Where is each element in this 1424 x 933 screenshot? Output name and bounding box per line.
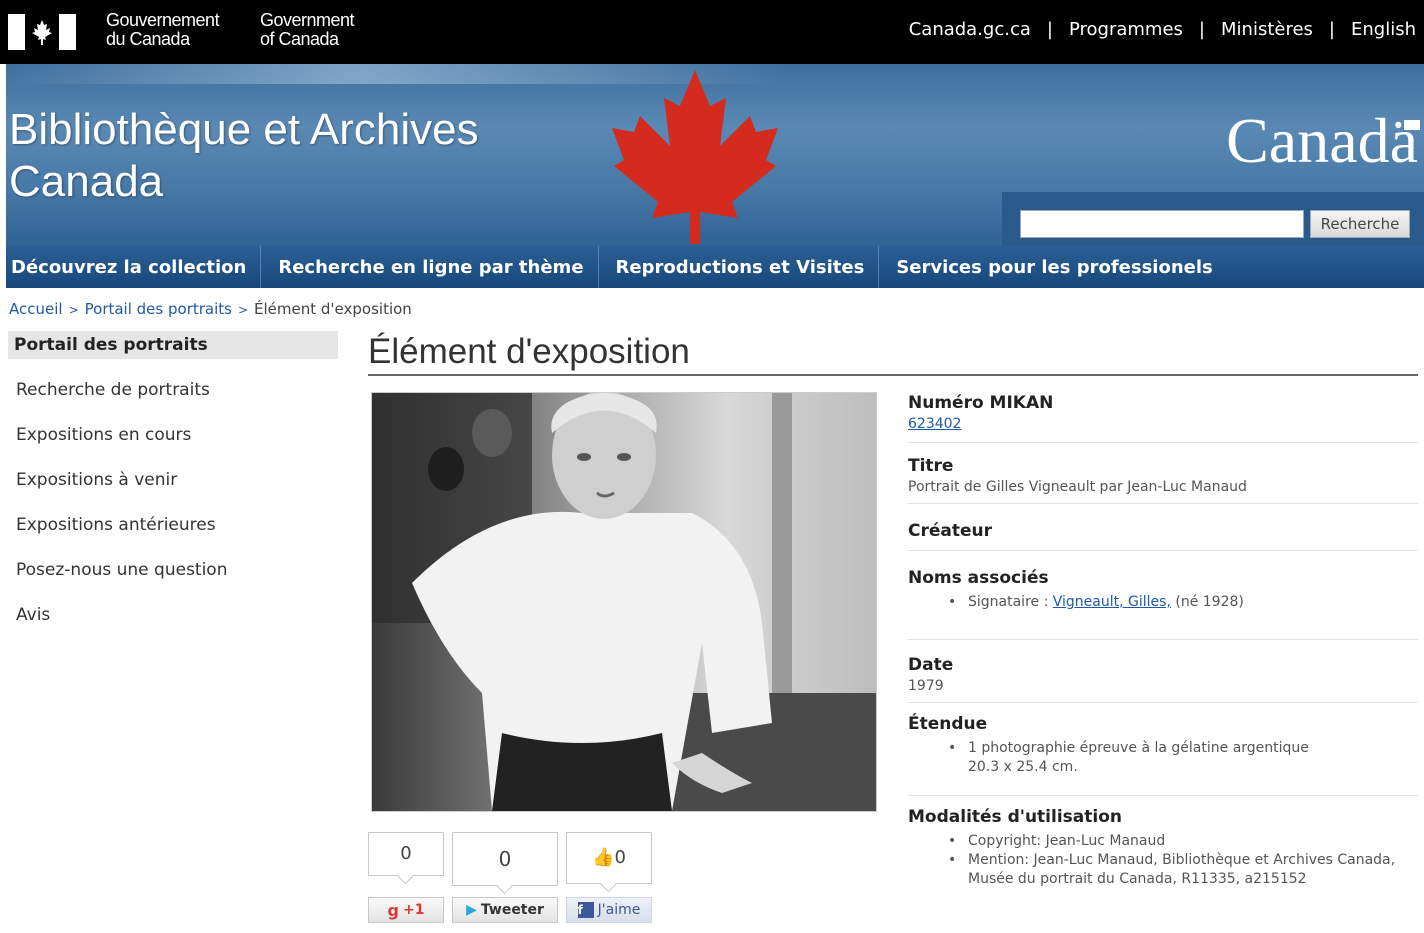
titre-label: Titre	[908, 456, 954, 476]
breadcrumb: Accueil > Portail des portraits > Élément d'…	[9, 300, 412, 318]
federal-identity-bar: Gouvernement du Canada Government of Can…	[0, 0, 1424, 64]
titre-value: Portrait de Gilles Vigneault par Jean-Lu…	[908, 479, 1247, 495]
etendue-label: Étendue	[908, 714, 988, 734]
breadcrumb-current: Élément d'exposition	[254, 300, 412, 318]
breadcrumb-arrow-icon: >	[68, 303, 79, 317]
fb-like-button[interactable]: f J'aime	[566, 897, 652, 923]
vigneault-link[interactable]: Vigneault, Gilles,	[1053, 594, 1171, 610]
gov-fr-line1: Gouvernement	[106, 10, 220, 30]
nav-services-professionels[interactable]: Services pour les professionels	[891, 257, 1226, 278]
gplus-count-bubble: 0	[368, 832, 444, 876]
fb-like-label: J'aime	[597, 902, 641, 918]
site-title[interactable]: Bibliothèque et Archives Canada	[9, 104, 479, 208]
link-english[interactable]: English	[1351, 19, 1416, 40]
gplus-count: 0	[400, 843, 412, 864]
search-button[interactable]: Recherche	[1310, 210, 1410, 238]
leftnav-item-question[interactable]: Posez-nous une question	[16, 557, 338, 584]
tweet-button[interactable]: ▶ Tweeter	[452, 897, 558, 923]
gov-en-line2: of Canada	[260, 29, 339, 49]
fb-count-bubble: 👍0	[566, 832, 652, 884]
main-navigation: Découvrez la collection Recherche en lig…	[6, 246, 1424, 288]
gov-name-french: Gouvernement du Canada	[106, 10, 220, 49]
field-etendue: Étendue 1 photographie épreuve à la géla…	[908, 703, 1418, 796]
page-title: Élément d'exposition	[368, 332, 690, 371]
search-area: Recherche	[1002, 192, 1424, 246]
leftnav-item-a-venir[interactable]: Expositions à venir	[16, 467, 338, 494]
maple-leaf-icon	[612, 70, 778, 244]
field-mikan: Numéro MIKAN 623402	[908, 392, 1418, 443]
site-title-line2: Canada	[9, 157, 164, 206]
nav-reproductions-visites[interactable]: Reproductions et Visites	[611, 257, 879, 278]
createur-label: Créateur	[908, 521, 993, 541]
nav-divider	[597, 246, 599, 288]
wordmark-text: Canadä	[1226, 105, 1418, 176]
modalites-mention: Mention: Jean-Luc Manaud, Bibliothèque e…	[948, 851, 1418, 889]
nav-decouvrez-collection[interactable]: Découvrez la collection	[6, 257, 260, 278]
mikan-label: Numéro MIKAN	[908, 393, 1054, 413]
nav-divider	[878, 246, 880, 288]
nav-divider	[260, 246, 262, 288]
nav-recherche-en-ligne[interactable]: Recherche en ligne par thème	[273, 257, 597, 278]
etendue-line2: 20.3 x 25.4 cm.	[968, 759, 1078, 775]
field-titre: Titre Portrait de Gilles Vigneault par J…	[908, 443, 1418, 504]
site-banner: Bibliothèque et Archives Canada Canadä R…	[6, 64, 1424, 246]
leftnav-item-anterieures[interactable]: Expositions antérieures	[16, 512, 338, 539]
gov-en-line1: Government	[260, 10, 355, 30]
breadcrumb-portal[interactable]: Portail des portraits	[85, 300, 232, 318]
search-input[interactable]	[1020, 210, 1304, 238]
link-programmes[interactable]: Programmes	[1069, 19, 1183, 40]
gov-fr-line2: du Canada	[106, 29, 190, 49]
field-date: Date 1979	[908, 640, 1418, 703]
fb-count: 0	[614, 847, 626, 868]
leftnav-item-en-cours[interactable]: Expositions en cours	[16, 422, 338, 449]
date-value: 1979	[908, 678, 944, 694]
link-canada-gc-ca[interactable]: Canada.gc.ca	[909, 19, 1031, 40]
noms-item: Signataire : Vigneault, Gilles, (né 1928…	[948, 593, 1418, 612]
fip-nav: Canada.gc.ca | Programmes | Ministères |…	[909, 19, 1416, 40]
fip-separator: |	[1328, 19, 1335, 40]
date-label: Date	[908, 655, 954, 675]
etendue-item: 1 photographie épreuve à la gélatine arg…	[948, 739, 1418, 777]
canada-wordmark: Canadä	[1226, 105, 1420, 176]
noms-prefix: Signataire :	[968, 594, 1053, 610]
canada-flag-icon	[8, 14, 76, 50]
breadcrumb-arrow-icon: >	[237, 303, 249, 317]
facebook-icon: f	[577, 902, 594, 918]
mikan-link[interactable]: 623402	[908, 416, 961, 432]
field-createur: Créateur	[908, 504, 1418, 551]
breadcrumb-home[interactable]: Accueil	[9, 300, 63, 318]
tweet-label: Tweeter	[480, 902, 544, 918]
leftnav-header[interactable]: Portail des portraits	[8, 331, 338, 359]
left-navigation: Portail des portraits Recherche de portr…	[8, 331, 338, 629]
etendue-line1: 1 photographie épreuve à la gélatine arg…	[968, 740, 1309, 756]
leftnav-item-recherche[interactable]: Recherche de portraits	[16, 377, 338, 404]
leftnav-item-avis[interactable]: Avis	[16, 602, 338, 629]
modalites-copyright: Copyright: Jean-Luc Manaud	[948, 832, 1418, 851]
gplus-button[interactable]: g +1	[368, 897, 444, 923]
link-ministeres[interactable]: Ministères	[1221, 19, 1313, 40]
site-title-line1: Bibliothèque et Archives	[9, 105, 479, 154]
gplus-label: +1	[402, 902, 425, 918]
tweet-count-bubble: 0	[452, 832, 558, 886]
details-panel: Numéro MIKAN 623402 Titre Portrait de Gi…	[908, 392, 1418, 889]
field-modalites: Modalités d'utilisation Copyright: Jean-…	[908, 796, 1418, 889]
noms-label: Noms associés	[908, 568, 1049, 588]
noms-suffix: (né 1928)	[1170, 594, 1244, 610]
portrait-photo[interactable]	[371, 392, 877, 812]
fip-separator: |	[1046, 19, 1053, 40]
gov-name-english: Government of Canada	[260, 10, 355, 49]
thumbs-up-icon: 👍	[592, 847, 615, 868]
fip-separator: |	[1198, 19, 1205, 40]
twitter-bird-icon: ▶	[466, 902, 477, 918]
wordmark-flag-icon	[1404, 120, 1420, 130]
gplus-icon: g	[387, 900, 399, 920]
tweet-count: 0	[498, 847, 512, 871]
portrait-photo-image	[372, 393, 876, 811]
title-rule	[368, 374, 1418, 376]
modalites-label: Modalités d'utilisation	[908, 807, 1122, 827]
field-noms-associes: Noms associés Signataire : Vigneault, Gi…	[908, 551, 1418, 640]
